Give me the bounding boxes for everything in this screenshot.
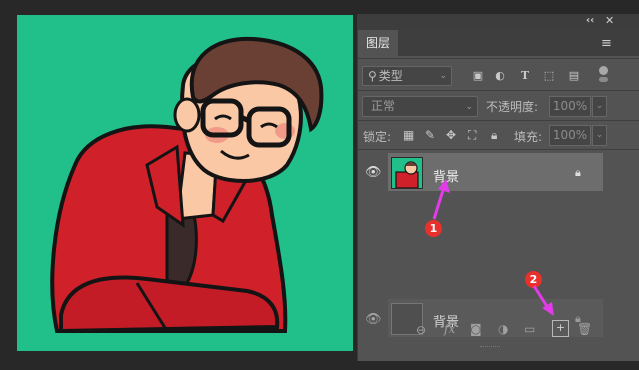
opacity-input[interactable]: 100%	[549, 96, 591, 117]
filter-type-label: 类型	[378, 69, 403, 83]
visibility-eye-icon[interactable]: 👁︎	[365, 312, 382, 327]
fill-dropdown-button[interactable]: ⌄	[592, 125, 607, 146]
panel-menu-icon[interactable]: ≡	[601, 36, 612, 51]
new-layer-icon[interactable]: +	[552, 320, 569, 337]
opacity-dropdown-button[interactable]: ⌄	[592, 96, 607, 117]
fill-label: 填充:	[514, 130, 543, 144]
filter-toggle-track	[599, 77, 608, 82]
folder-icon[interactable]: ▭	[524, 322, 535, 336]
fill-input[interactable]: 100%	[549, 125, 591, 146]
divider	[357, 120, 639, 121]
smart-object-filter-icon[interactable]: ▤	[567, 69, 581, 82]
chevron-down-icon: ⌄	[439, 71, 447, 81]
type-filter-icon[interactable]: T	[518, 69, 532, 82]
blend-mode-select[interactable]: 正常 ⌄	[362, 96, 478, 117]
panel-tab-bar	[357, 30, 639, 56]
trash-icon[interactable]: 🗑︎	[577, 322, 592, 336]
tab-layers[interactable]: 图层	[358, 30, 398, 56]
annotation-badge-1: 1	[425, 220, 442, 237]
shape-filter-icon[interactable]: ⬚	[542, 69, 556, 82]
divider	[357, 90, 639, 91]
lock-all-icon[interactable]: 🔒︎	[491, 128, 497, 143]
adjustment-filter-icon[interactable]: ◐	[493, 69, 507, 82]
lock-paint-icon[interactable]: ✎	[425, 128, 435, 142]
close-panel-button[interactable]: ✕	[605, 14, 614, 27]
layer-thumbnail	[391, 157, 423, 189]
fx-icon[interactable]: fx	[444, 322, 455, 336]
lock-artboard-icon[interactable]: ⛶	[468, 128, 476, 143]
filter-toggle-icon[interactable]	[599, 66, 608, 75]
thumbnail-illustration	[395, 161, 419, 188]
visibility-eye-icon[interactable]: 👁︎	[365, 165, 382, 180]
search-icon: ⚲	[368, 69, 377, 83]
mask-icon[interactable]: ◙	[470, 322, 482, 336]
adjustment-icon[interactable]: ◑	[498, 322, 508, 336]
image-filter-icon[interactable]: ▣	[471, 69, 485, 82]
divider	[357, 149, 639, 150]
collapse-panel-button[interactable]: ‹‹	[586, 15, 594, 26]
layer-lock-icon: 🔒︎	[575, 166, 581, 179]
lock-label: 锁定:	[363, 130, 392, 144]
document-canvas[interactable]	[17, 15, 353, 351]
opacity-label: 不透明度:	[486, 100, 539, 114]
panel-header	[357, 14, 639, 30]
lock-move-icon[interactable]: ✥	[446, 128, 456, 142]
lock-transparent-icon[interactable]: ▦	[403, 128, 414, 142]
layer-filter-select[interactable]: ⚲ 类型 ⌄	[362, 66, 452, 86]
link-icon[interactable]: ⊖	[416, 323, 426, 337]
chevron-down-icon: ⌄	[465, 102, 473, 112]
cartoon-man-illustration	[50, 36, 324, 334]
annotation-arrow-2	[532, 285, 554, 316]
divider	[357, 58, 639, 59]
resize-grip[interactable]	[480, 346, 500, 350]
blend-mode-value: 正常	[371, 99, 396, 113]
